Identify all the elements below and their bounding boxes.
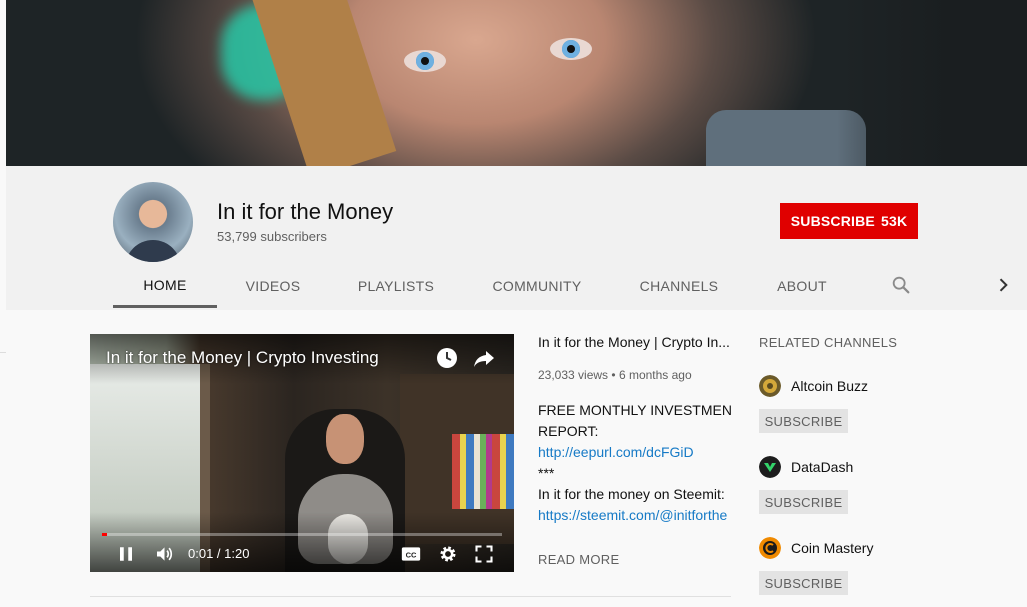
related-channel-name[interactable]: Altcoin Buzz bbox=[791, 378, 868, 394]
tab-about[interactable]: ABOUT bbox=[747, 264, 857, 308]
datadash-logo-icon[interactable] bbox=[759, 456, 781, 478]
time-display: 0:01 / 1:20 bbox=[188, 546, 250, 561]
settings-icon[interactable] bbox=[438, 544, 458, 564]
subscribe-count: 53K bbox=[880, 213, 908, 229]
related-channel-name[interactable]: DataDash bbox=[791, 459, 853, 475]
channel-avatar[interactable] bbox=[113, 182, 193, 262]
tab-playlists[interactable]: PLAYLISTS bbox=[329, 264, 463, 308]
section-divider bbox=[90, 596, 731, 597]
search-icon[interactable] bbox=[890, 274, 912, 296]
video-meta: 23,033 views • 6 months ago bbox=[538, 368, 692, 382]
progress-fill bbox=[102, 533, 107, 536]
channel-banner bbox=[6, 0, 1027, 166]
channel-header: In it for the Money 53,799 subscribers S… bbox=[6, 166, 1027, 310]
video-title[interactable]: In it for the Money | Crypto In... bbox=[538, 334, 733, 350]
related-channels-heading: RELATED CHANNELS bbox=[759, 335, 898, 350]
related-subscribe-button[interactable]: SUBSCRIBE bbox=[759, 571, 848, 595]
desc-line: *** bbox=[538, 465, 555, 481]
related-channel-name[interactable]: Coin Mastery bbox=[791, 540, 873, 556]
progress-bar[interactable] bbox=[102, 533, 502, 536]
svg-text:CC: CC bbox=[406, 550, 417, 559]
channel-title: In it for the Money bbox=[217, 199, 394, 224]
video-description: FREE MONTHLY INVESTMENT REPORT: http://e… bbox=[538, 400, 732, 526]
desc-link[interactable]: https://steemit.com/@initforthe bbox=[538, 507, 727, 523]
tab-community[interactable]: COMMUNITY bbox=[463, 264, 611, 308]
subscriber-count: 53,799 subscribers bbox=[217, 229, 327, 244]
desc-line: REPORT: bbox=[538, 423, 599, 439]
share-icon[interactable] bbox=[472, 346, 496, 370]
meta-separator: • bbox=[611, 368, 616, 382]
player-title[interactable]: In it for the Money | Crypto Investing bbox=[106, 348, 379, 368]
altcoin-buzz-logo-icon[interactable] bbox=[759, 375, 781, 397]
read-more-button[interactable]: READ MORE bbox=[538, 552, 619, 567]
volume-icon[interactable] bbox=[154, 544, 175, 564]
coin-mastery-logo-icon[interactable] bbox=[759, 537, 781, 559]
subscribe-button[interactable]: SUBSCRIBE 53K bbox=[780, 203, 918, 239]
channel-tabs: HOME VIDEOS PLAYLISTS COMMUNITY CHANNELS… bbox=[113, 264, 857, 308]
view-count: 23,033 views bbox=[538, 368, 609, 382]
captions-icon[interactable]: CC bbox=[401, 545, 421, 563]
related-subscribe-button[interactable]: SUBSCRIBE bbox=[759, 490, 848, 514]
pause-icon[interactable] bbox=[117, 545, 135, 563]
desc-link[interactable]: http://eepurl.com/dcFGiD bbox=[538, 444, 694, 460]
fullscreen-icon[interactable] bbox=[474, 544, 494, 564]
tab-videos[interactable]: VIDEOS bbox=[217, 264, 329, 308]
tab-channels[interactable]: CHANNELS bbox=[611, 264, 747, 308]
tab-home[interactable]: HOME bbox=[113, 264, 217, 308]
desc-line: FREE MONTHLY INVESTMENT bbox=[538, 402, 732, 418]
watch-later-icon[interactable] bbox=[435, 346, 459, 370]
chevron-right-icon[interactable] bbox=[993, 275, 1013, 295]
desc-line: In it for the money on Steemit: bbox=[538, 486, 725, 502]
upload-age: 6 months ago bbox=[618, 368, 692, 382]
video-player[interactable]: In it for the Money | Crypto Investing 0… bbox=[90, 334, 514, 572]
related-subscribe-button[interactable]: SUBSCRIBE bbox=[759, 409, 848, 433]
subscribe-label: SUBSCRIBE bbox=[790, 213, 875, 229]
